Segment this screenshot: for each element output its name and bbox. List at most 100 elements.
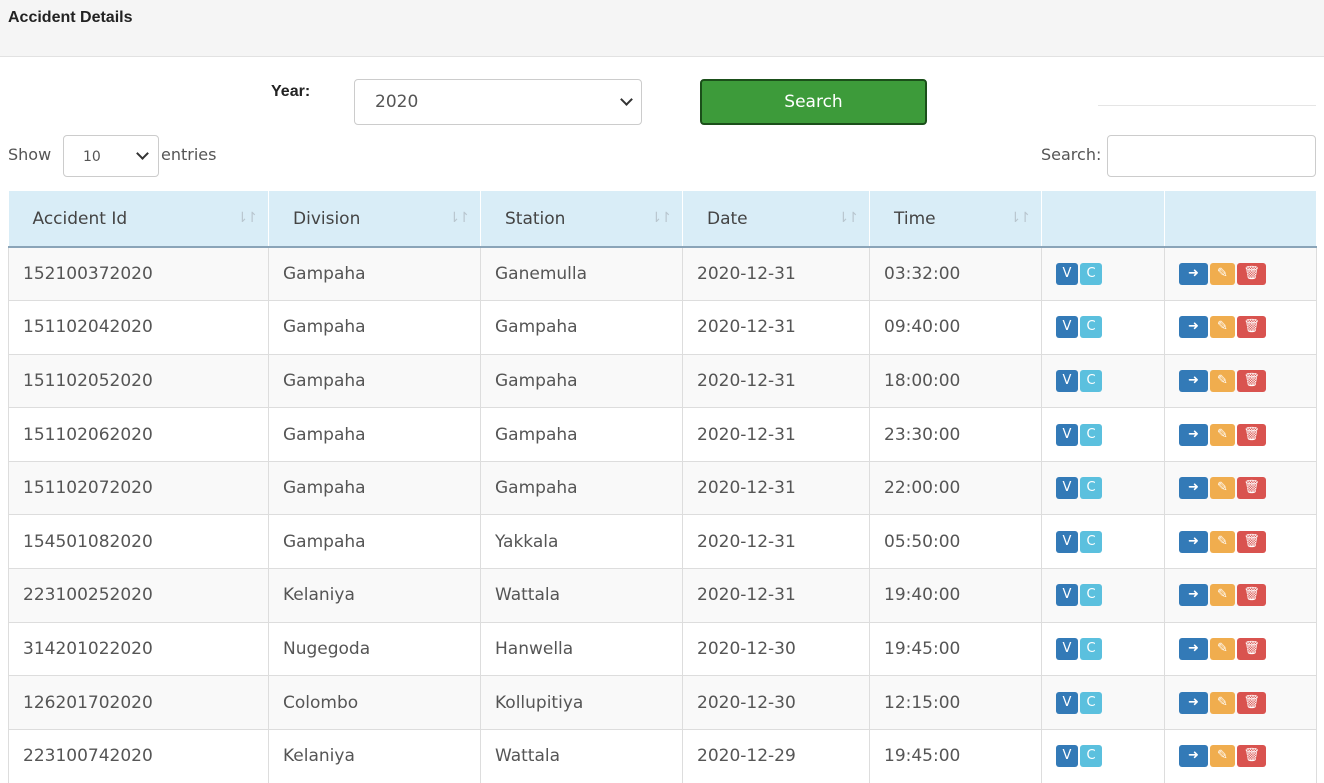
cell-station: Yakkala (480, 514, 683, 569)
cell-view-actions: VC (1041, 246, 1165, 301)
c-button[interactable]: C (1080, 369, 1102, 392)
col-header-actions-2 (1164, 191, 1317, 248)
view-button[interactable]: V (1056, 423, 1078, 446)
col-header-station[interactable]: Station ⇂↾ (480, 191, 683, 248)
cell-view-actions: VC (1041, 407, 1165, 462)
view-button[interactable]: V (1056, 263, 1078, 286)
arrow-right-icon[interactable]: ➜ (1179, 691, 1208, 714)
arrow-right-icon[interactable]: ➜ (1179, 584, 1208, 607)
c-button[interactable]: C (1080, 423, 1102, 446)
trash-icon[interactable]: 🗑 (1237, 477, 1266, 500)
view-button[interactable]: V (1056, 369, 1078, 392)
c-button[interactable]: C (1080, 745, 1102, 768)
table-search-input[interactable] (1107, 135, 1316, 177)
cell-division: Kelaniya (268, 568, 481, 623)
cell-date: 2020-12-31 (682, 246, 870, 301)
view-button[interactable]: V (1056, 316, 1078, 339)
entries-length-select[interactable]: 10 (63, 135, 159, 177)
cell-accident-id: 152100372020 (8, 246, 269, 301)
cell-division: Nugegoda (268, 621, 481, 676)
cell-view-actions: VC (1041, 353, 1165, 408)
trash-icon[interactable]: 🗑 (1237, 263, 1266, 286)
col-header-division[interactable]: Division ⇂↾ (268, 191, 481, 248)
cell-accident-id: 223100742020 (8, 728, 269, 783)
cell-view-actions: VC (1041, 675, 1165, 730)
arrow-right-icon[interactable]: ➜ (1179, 745, 1208, 768)
view-button[interactable]: V (1056, 530, 1078, 553)
col-header-accident-id[interactable]: Accident Id ⇂↾ (8, 191, 269, 248)
cell-division: Colombo (268, 675, 481, 730)
cell-accident-id: 151102072020 (8, 460, 269, 515)
cell-time: 18:00:00 (869, 353, 1042, 408)
c-button[interactable]: C (1080, 477, 1102, 500)
c-button[interactable]: C (1080, 263, 1102, 286)
arrow-right-icon[interactable]: ➜ (1179, 530, 1208, 553)
edit-icon[interactable]: ✎ (1210, 477, 1235, 500)
cell-date: 2020-12-31 (682, 460, 870, 515)
arrow-right-icon[interactable]: ➜ (1179, 637, 1208, 660)
cell-row-actions: ➜ ✎ 🗑 (1164, 353, 1317, 408)
trash-icon[interactable]: 🗑 (1237, 584, 1266, 607)
search-button[interactable]: Search (700, 79, 927, 125)
edit-icon[interactable]: ✎ (1210, 530, 1235, 553)
table-search-label: Search: (1041, 145, 1102, 164)
edit-icon[interactable]: ✎ (1210, 316, 1235, 339)
cell-date: 2020-12-31 (682, 568, 870, 623)
col-header-label: Date (707, 208, 748, 229)
arrow-right-icon[interactable]: ➜ (1179, 263, 1208, 286)
cell-view-actions: VC (1041, 568, 1165, 623)
trash-icon[interactable]: 🗑 (1237, 316, 1266, 339)
edit-icon[interactable]: ✎ (1210, 637, 1235, 660)
cell-row-actions: ➜ ✎ 🗑 (1164, 407, 1317, 462)
cell-division: Gampaha (268, 407, 481, 462)
cell-row-actions: ➜ ✎ 🗑 (1164, 568, 1317, 623)
sort-icon: ⇂↾ (837, 210, 860, 226)
cell-station: Gampaha (480, 353, 683, 408)
col-header-time[interactable]: Time ⇂↾ (869, 191, 1042, 248)
arrow-right-icon[interactable]: ➜ (1179, 477, 1208, 500)
c-button[interactable]: C (1080, 637, 1102, 660)
cell-view-actions: VC (1041, 300, 1165, 355)
trash-icon[interactable]: 🗑 (1237, 530, 1266, 553)
table-row: 314201022020 Nugegoda Hanwella 2020-12-30 19… (8, 621, 1317, 676)
col-header-date[interactable]: Date ⇂↾ (682, 191, 870, 248)
view-button[interactable]: V (1056, 584, 1078, 607)
edit-icon[interactable]: ✎ (1210, 423, 1235, 446)
cell-station: Gampaha (480, 460, 683, 515)
cell-date: 2020-12-31 (682, 407, 870, 462)
cell-division: Gampaha (268, 460, 481, 515)
show-label: Show (8, 145, 52, 164)
cell-time: 23:30:00 (869, 407, 1042, 462)
c-button[interactable]: C (1080, 691, 1102, 714)
edit-icon[interactable]: ✎ (1210, 745, 1235, 768)
edit-icon[interactable]: ✎ (1210, 691, 1235, 714)
c-button[interactable]: C (1080, 584, 1102, 607)
c-button[interactable]: C (1080, 530, 1102, 553)
trash-icon[interactable]: 🗑 (1237, 369, 1266, 392)
view-button[interactable]: V (1056, 477, 1078, 500)
trash-icon[interactable]: 🗑 (1237, 691, 1266, 714)
edit-icon[interactable]: ✎ (1210, 369, 1235, 392)
arrow-right-icon[interactable]: ➜ (1179, 316, 1208, 339)
cell-accident-id: 151102042020 (8, 300, 269, 355)
cell-time: 19:45:00 (869, 621, 1042, 676)
trash-icon[interactable]: 🗑 (1237, 745, 1266, 768)
cell-division: Gampaha (268, 514, 481, 569)
view-button[interactable]: V (1056, 637, 1078, 660)
edit-icon[interactable]: ✎ (1210, 584, 1235, 607)
year-select-value: 2020 (375, 92, 419, 112)
chevron-down-icon (136, 147, 149, 160)
view-button[interactable]: V (1056, 691, 1078, 714)
year-select[interactable]: 2020 (354, 79, 642, 125)
arrow-right-icon[interactable]: ➜ (1179, 423, 1208, 446)
cell-time: 22:00:00 (869, 460, 1042, 515)
table-row: 151102062020 Gampaha Gampaha 2020-12-31 23:3… (8, 407, 1317, 462)
cell-row-actions: ➜ ✎ 🗑 (1164, 460, 1317, 515)
trash-icon[interactable]: 🗑 (1237, 423, 1266, 446)
trash-icon[interactable]: 🗑 (1237, 637, 1266, 660)
view-button[interactable]: V (1056, 745, 1078, 768)
c-button[interactable]: C (1080, 316, 1102, 339)
arrow-right-icon[interactable]: ➜ (1179, 369, 1208, 392)
edit-icon[interactable]: ✎ (1210, 263, 1235, 286)
cell-view-actions: VC (1041, 728, 1165, 783)
